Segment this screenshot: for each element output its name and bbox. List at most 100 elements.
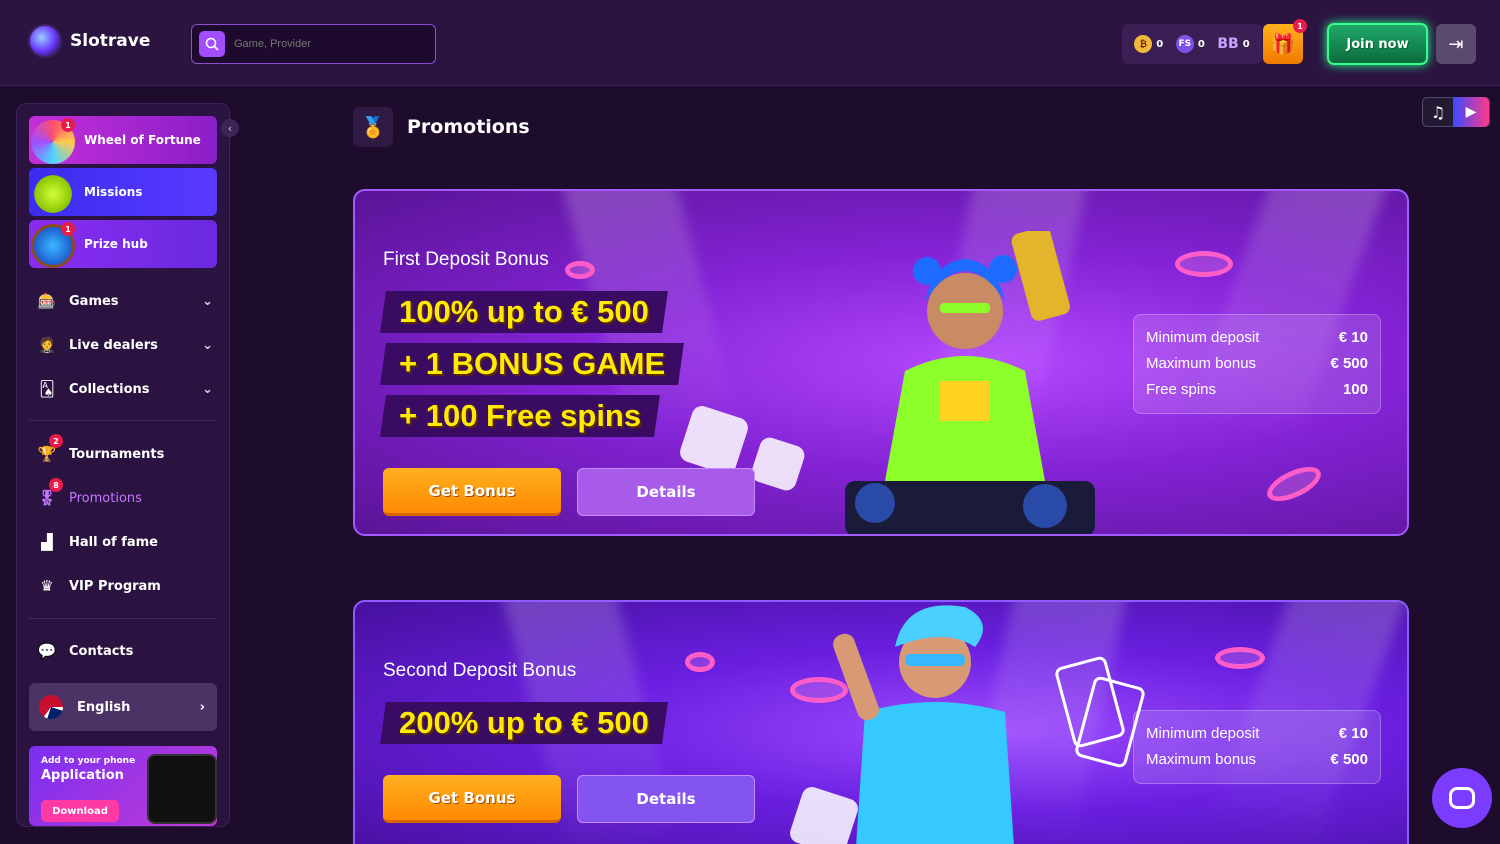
sidebar-item-hall-of-fame[interactable]: ▟ Hall of fame (37, 532, 213, 552)
sidebar-item-live-dealers[interactable]: 🤵 Live dealers ⌄ (37, 335, 213, 355)
sidebar-item-tournaments[interactable]: 🏆 2 Tournaments (37, 434, 213, 464)
sidebar-item-label: Missions (84, 185, 143, 199)
playing-cards-illustration (1055, 656, 1145, 768)
search-input[interactable] (234, 38, 424, 50)
sidebar-item-label: Promotions (69, 490, 142, 506)
promo-stats: Minimum deposit € 10 Maximum bonus € 500 (1133, 710, 1381, 784)
stat-label: Minimum deposit (1146, 329, 1260, 346)
sidebar-item-vip-program[interactable]: ♛ VIP Program (37, 576, 213, 596)
page-title: Promotions (407, 116, 530, 138)
stat-value: € 500 (1330, 751, 1368, 768)
chevron-down-icon: ⌄ (202, 337, 213, 353)
get-bonus-button[interactable]: Get Bonus (383, 468, 561, 516)
sidebar-item-label: Collections (69, 381, 150, 397)
trophy-icon: 🏆 2 (37, 434, 63, 464)
stat-label: Maximum bonus (1146, 751, 1257, 768)
cards-icon: 🂡 (39, 380, 55, 398)
stat-value: € 10 (1338, 725, 1368, 742)
bonus-coin-value: 0 (1156, 38, 1164, 50)
stat-row: Maximum bonus € 500 (1146, 747, 1368, 773)
sidebar-item-label: Prize hub (84, 237, 148, 251)
free-spins-value: 0 (1197, 38, 1205, 50)
chevron-left-icon: ‹ (227, 121, 233, 135)
cocktail-icon (31, 172, 75, 216)
sidebar-item-missions[interactable]: Missions (29, 168, 217, 216)
login-icon: ⇥ (1448, 33, 1464, 55)
balance-widget[interactable]: ₿ 0 FS 0 BB 0 (1122, 24, 1262, 64)
sidebar-item-label: Games (69, 293, 119, 309)
details-button[interactable]: Details (577, 468, 755, 516)
sidebar-item-wheel-of-fortune[interactable]: 1 Wheel of Fortune (29, 116, 217, 164)
sidebar: 1 Wheel of Fortune Missions 1 Prize hub … (16, 103, 230, 827)
bonus-coin-icon: ₿ (1134, 35, 1153, 53)
promo-title: First Deposit Bonus (383, 249, 549, 270)
details-button[interactable]: Details (577, 775, 755, 823)
chevron-down-icon: ⌄ (202, 293, 213, 309)
bonus-balance-icon: BB (1217, 36, 1239, 52)
sidebar-item-label: VIP Program (69, 578, 161, 594)
sidebar-divider (29, 420, 217, 421)
brand-name: Slotrave (70, 31, 151, 51)
promo-title: Second Deposit Bonus (383, 660, 577, 681)
chat-bubble-icon (1449, 787, 1475, 809)
download-button[interactable]: Download (41, 800, 119, 822)
login-button[interactable]: ⇥ (1436, 24, 1476, 64)
gift-icon: 🎁 (1270, 32, 1296, 56)
live-chat-button[interactable] (1432, 768, 1492, 828)
stat-label: Minimum deposit (1146, 725, 1260, 742)
promo-stats: Minimum deposit € 10 Maximum bonus € 500 F… (1133, 314, 1381, 414)
gift-badge: 1 (1293, 19, 1307, 33)
top-header: Slotrave ₿0 FS0 BB0 🎁 1 Join now ⇥ (0, 0, 1500, 86)
promo-line: + 100 Free spins (380, 395, 661, 437)
casino-chip (1262, 459, 1326, 509)
brand-logo[interactable]: Slotrave (28, 24, 150, 58)
stat-label: Free spins (1146, 381, 1217, 398)
stat-row: Minimum deposit € 10 (1146, 325, 1368, 351)
sidebar-item-label: Tournaments (69, 446, 165, 462)
wheel-badge: 1 (61, 118, 75, 132)
join-now-button[interactable]: Join now (1327, 23, 1428, 65)
music-player[interactable]: ♫ ▶ (1422, 97, 1490, 127)
sidebar-collapse-button[interactable]: ‹ (221, 119, 239, 137)
stat-value: 100 (1342, 381, 1368, 398)
phone-image (147, 754, 217, 824)
promo-line-text: + 1 BONUS GAME (399, 346, 666, 381)
sidebar-item-contacts[interactable]: 💬 Contacts (37, 641, 213, 661)
sidebar-item-label: Wheel of Fortune (84, 133, 201, 147)
play-icon[interactable]: ▶ (1453, 97, 1489, 127)
promo-line-text: + 100 Free spins (399, 398, 642, 433)
promo-line: 100% up to € 500 (380, 291, 668, 333)
chevron-down-icon: ⌄ (202, 381, 213, 397)
app-download-card[interactable]: Add to your phone Application Download (29, 746, 217, 826)
prize-hub-badge: 1 (61, 222, 75, 236)
tournaments-badge: 2 (49, 434, 63, 448)
sidebar-item-games[interactable]: 🎰 Games ⌄ (37, 291, 213, 311)
search-icon (199, 31, 225, 57)
promo-line: + 1 BONUS GAME (380, 343, 685, 385)
sidebar-item-prize-hub[interactable]: 1 Prize hub (29, 220, 217, 268)
promotion-icon: 🎖 8 (37, 478, 63, 508)
sidebar-item-label: Contacts (69, 643, 134, 659)
app-promo-small: Add to your phone (41, 756, 136, 766)
casino-chip (1175, 251, 1233, 277)
promo-line: 200% up to € 500 (380, 702, 668, 744)
slot-machine-icon: 🎰 (37, 292, 57, 310)
promo-line-text: 200% up to € 500 (399, 705, 649, 740)
sidebar-item-collections[interactable]: 🂡 Collections ⌄ (37, 379, 213, 399)
music-note-icon[interactable]: ♫ (1423, 103, 1453, 122)
dj-girl-illustration (845, 231, 1095, 534)
sidebar-item-promotions[interactable]: 🎖 8 Promotions (37, 478, 213, 508)
casino-chip (685, 652, 715, 672)
search-box[interactable] (191, 24, 436, 64)
stat-value: € 10 (1338, 329, 1368, 346)
bonus-balance-value: 0 (1242, 38, 1250, 50)
get-bonus-button[interactable]: Get Bonus (383, 775, 561, 823)
free-spins-icon: FS (1175, 35, 1194, 53)
chat-help-icon: 💬 (37, 642, 57, 660)
stat-row: Minimum deposit € 10 (1146, 721, 1368, 747)
medal-icon: 🏅 (353, 107, 393, 147)
stat-label: Maximum bonus (1146, 355, 1257, 372)
chevron-right-icon: › (199, 699, 205, 715)
language-selector[interactable]: English › (29, 683, 217, 731)
logo-mark-icon (28, 24, 62, 58)
